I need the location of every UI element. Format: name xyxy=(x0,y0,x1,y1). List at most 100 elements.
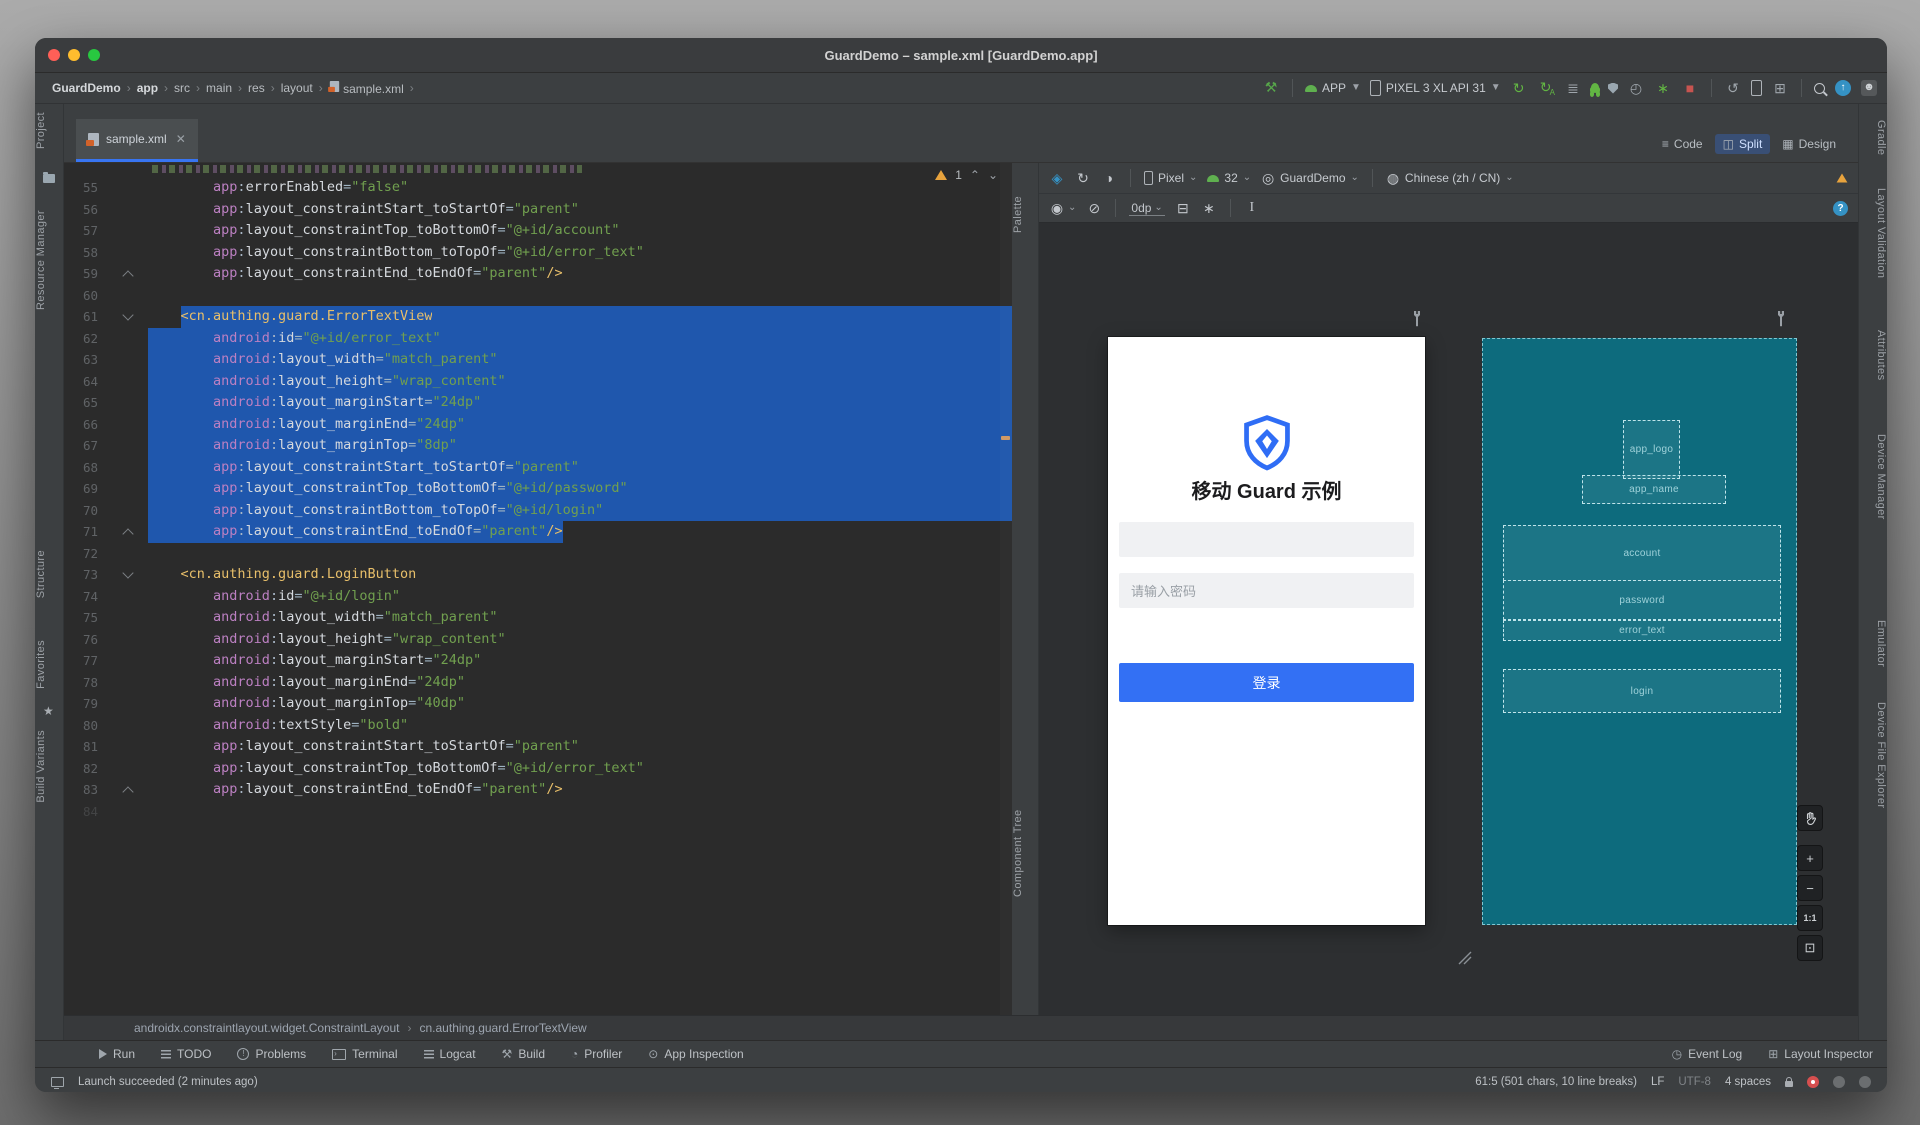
code-line-59[interactable]: 59 app: layout_constraintEnd_toEndOf = "par… xyxy=(64,263,1012,285)
fold-marker-icon[interactable] xyxy=(122,270,134,282)
theme-dropdown[interactable]: ◎ GuardDemo ⌄ xyxy=(1261,170,1359,186)
code-line-79[interactable]: 79 android: layout_marginTop = "40dp" xyxy=(64,693,1012,715)
component-tree-tab[interactable]: Component Tree xyxy=(1012,773,1038,933)
design-canvas[interactable]: 移动 Guard 示例 请输入密码 登录 app_logo app_name a… xyxy=(1039,223,1858,1015)
toolwindow-todo[interactable]: TODO xyxy=(161,1047,211,1061)
crumb-src[interactable]: src xyxy=(172,80,192,96)
zoom-to-fit-button[interactable]: ⊡ xyxy=(1797,935,1823,961)
file-encoding[interactable]: UTF-8 xyxy=(1678,1076,1711,1088)
code-line-80[interactable]: 80 android: textStyle = "bold" xyxy=(64,715,1012,737)
code-line-55[interactable]: 55 app: errorEnabled = "false" xyxy=(64,177,1012,199)
design-surface-icon[interactable]: ◈ xyxy=(1049,170,1065,186)
code-line-66[interactable]: 66 android: layout_marginEnd = "24dp" xyxy=(64,413,1012,435)
code-line-71[interactable]: 71 app:layout_constraintEnd_toEndOf="par… xyxy=(64,521,1012,543)
crumb-res[interactable]: res xyxy=(246,80,267,96)
editor-scrollbar[interactable] xyxy=(1000,163,1012,1015)
profile-avatar-icon[interactable]: ☻ xyxy=(1861,80,1877,96)
minimize-window-button[interactable] xyxy=(68,49,80,61)
crumb-sample.xml[interactable]: sample.xml xyxy=(327,79,406,97)
orientation-icon[interactable]: ↻ xyxy=(1075,170,1091,186)
crumb-app[interactable]: app xyxy=(135,80,160,96)
device-for-preview-dropdown[interactable]: Pixel ⌄ xyxy=(1144,171,1197,185)
hardware-config-wrench-icon[interactable] xyxy=(1774,310,1788,328)
profile-low-overhead-icon[interactable]: ∗ xyxy=(1654,80,1672,96)
blueprint-account[interactable]: account xyxy=(1503,525,1781,581)
debug-icon[interactable] xyxy=(1591,83,1599,93)
code-line-76[interactable]: 76 android: layout_height = "wrap_content" xyxy=(64,629,1012,651)
ide-update-icon[interactable]: ↑ xyxy=(1835,80,1851,96)
toolwindow-app-inspection[interactable]: ⊙ App Inspection xyxy=(648,1047,743,1061)
blueprint-app-logo[interactable]: app_logo xyxy=(1623,420,1680,479)
hardware-config-wrench-icon[interactable] xyxy=(1410,310,1424,328)
stripe-item-project[interactable]: Project xyxy=(35,112,63,149)
crumb-layout[interactable]: layout xyxy=(279,80,315,96)
toolwindow-event-log[interactable]: ◷ Event Log xyxy=(1672,1047,1743,1061)
code-line-74[interactable]: 74 android: id = "@+id/login" xyxy=(64,586,1012,608)
palette-tab[interactable]: Palette xyxy=(1012,169,1038,259)
apply-code-changes-icon[interactable]: ↻A xyxy=(1537,79,1555,97)
code-line-57[interactable]: 57 app: layout_constraintTop_toBottomOf = "… xyxy=(64,220,1012,242)
indent-style[interactable]: 4 spaces xyxy=(1725,1076,1771,1088)
stripe-item-gradle[interactable]: Gradle xyxy=(1859,120,1887,155)
code-line-77[interactable]: 77 android: layout_marginStart = "24dp" xyxy=(64,650,1012,672)
code-line-84[interactable]: 84 xyxy=(64,801,1012,823)
stripe-item-resource-manager[interactable]: Resource Manager xyxy=(35,210,63,310)
code-line-64[interactable]: 64 android: layout_height = "wrap_content" xyxy=(64,370,1012,392)
stripe-item-layout-validation[interactable]: Layout Validation xyxy=(1859,188,1887,278)
code-line-83[interactable]: 83 app: layout_constraintEnd_toEndOf = "par… xyxy=(64,779,1012,801)
profiler-icon[interactable]: ◴ xyxy=(1627,80,1645,96)
code-line-78[interactable]: 78 android: layout_marginEnd = "24dp" xyxy=(64,672,1012,694)
password-input[interactable]: 请输入密码 xyxy=(1119,573,1414,608)
toolwindow-terminal[interactable]: › Terminal xyxy=(332,1047,398,1061)
line-ending[interactable]: LF xyxy=(1651,1076,1664,1088)
resize-handle[interactable] xyxy=(1457,950,1473,966)
text-baseline-icon[interactable]: I xyxy=(1244,200,1260,216)
fold-marker-icon[interactable] xyxy=(122,786,134,798)
blueprint-login[interactable]: login xyxy=(1503,669,1781,713)
help-icon[interactable]: ? xyxy=(1833,200,1848,216)
toolwindow-build[interactable]: ⚒ Build xyxy=(502,1047,545,1061)
render-warning-icon[interactable] xyxy=(1836,173,1848,183)
login-button[interactable]: 登录 xyxy=(1119,663,1414,702)
mode-code[interactable]: ≡ Code xyxy=(1654,134,1711,154)
profile-list-icon[interactable]: ≣ xyxy=(1564,80,1582,96)
infer-constraints-icon[interactable]: ∗ xyxy=(1201,200,1217,216)
account-input[interactable] xyxy=(1119,522,1414,557)
stripe-item-favorites[interactable]: Favorites xyxy=(35,640,63,689)
stripe-item-build-variants[interactable]: Build Variants xyxy=(35,730,63,803)
toolwindow-run[interactable]: Run xyxy=(99,1047,135,1061)
code-line-65[interactable]: 65 android: layout_marginStart = "24dp" xyxy=(64,392,1012,414)
xml-crumb-0[interactable]: androidx.constraintlayout.widget.Constra… xyxy=(134,1021,400,1035)
warning-stripe-mark[interactable] xyxy=(1001,436,1010,440)
code-line-62[interactable]: 62 android: id = "@+id/error_text" xyxy=(64,327,1012,349)
blueprint-password[interactable]: password xyxy=(1503,580,1781,620)
prev-issue-icon[interactable]: ⌃ xyxy=(970,169,980,181)
view-options-icon[interactable]: ◉ xyxy=(1049,200,1065,216)
notifications-icon[interactable] xyxy=(1859,1076,1871,1088)
code-line-58[interactable]: 58 app: layout_constraintBottom_toTopOf = "… xyxy=(64,242,1012,264)
design-preview-surface[interactable]: 移动 Guard 示例 请输入密码 登录 xyxy=(1108,337,1425,925)
run-config-dropdown[interactable]: APP ▼ xyxy=(1304,81,1361,95)
toolwindow-logcat[interactable]: Logcat xyxy=(423,1047,476,1061)
blueprint-app-name[interactable]: app_name xyxy=(1582,475,1726,504)
crumb-main[interactable]: main xyxy=(204,80,234,96)
build-hammer-icon[interactable]: ⚒ xyxy=(1262,79,1280,95)
toolwindow-layout-inspector[interactable]: ⊞ Layout Inspector xyxy=(1768,1047,1873,1061)
mode-design[interactable]: ▦ Design xyxy=(1774,134,1844,154)
close-tab-icon[interactable]: ✕ xyxy=(176,132,186,146)
code-line-68[interactable]: 68 app: layout_constraintStart_toStartOf =… xyxy=(64,456,1012,478)
code-line-81[interactable]: 81 app: layout_constraintStart_toStartOf =… xyxy=(64,736,1012,758)
mode-split[interactable]: ◫ Split xyxy=(1714,134,1771,154)
zoom-in-button[interactable]: + xyxy=(1797,845,1823,871)
code-line-63[interactable]: 63 android: layout_width = "match_parent" xyxy=(64,349,1012,371)
code-line-75[interactable]: 75 android: layout_width = "match_parent" xyxy=(64,607,1012,629)
pan-hand-button[interactable] xyxy=(1797,805,1823,831)
device-manager-icon[interactable] xyxy=(1751,80,1762,96)
fold-marker-icon[interactable] xyxy=(122,567,134,579)
readonly-lock-icon[interactable] xyxy=(1785,1077,1793,1087)
stripe-item-device-manager[interactable]: Device Manager xyxy=(1859,434,1887,520)
code-line-69[interactable]: 69 app: layout_constraintTop_toBottomOf = "… xyxy=(64,478,1012,500)
night-mode-icon[interactable]: ◑ xyxy=(1101,170,1117,186)
tab-sample-xml[interactable]: sample.xml ✕ xyxy=(76,119,198,162)
stripe-item-structure[interactable]: Structure xyxy=(35,550,63,598)
